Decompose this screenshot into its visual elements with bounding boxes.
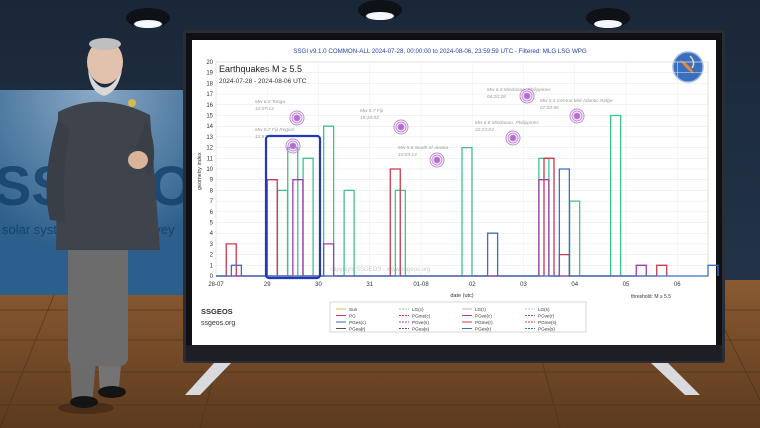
- annotation-time: 04:20:28: [487, 94, 506, 100]
- annotation-name: Mw 5.6 South of Alaska: [398, 145, 449, 151]
- y-tick-label: 17: [206, 92, 213, 98]
- y-tick-label: 14: [206, 124, 213, 130]
- y-tick-label: 20: [206, 60, 213, 66]
- threshold-note: threshold: M ≥ 5.5: [631, 294, 671, 300]
- quake-icon: [509, 134, 517, 142]
- y-tick-label: 13: [206, 135, 213, 141]
- x-tick-label: 05: [623, 282, 630, 288]
- x-tick-label: 06: [674, 282, 681, 288]
- legend-label: PGes(c): [349, 320, 366, 325]
- y-tick-label: 19: [206, 71, 213, 77]
- x-tick-label: 29: [264, 282, 271, 288]
- legend-label: PGve(r): [538, 313, 555, 318]
- annotation-time: 13:07:13: [255, 106, 274, 112]
- x-tick-label: 28-07: [208, 282, 224, 288]
- legend-label: PGea(s): [412, 326, 430, 331]
- x-tick-label: 01-08: [413, 282, 429, 288]
- x-axis-label: date (utc): [450, 293, 473, 299]
- chart-date-range: 2024-07-28 - 2024-08-06 UTC: [219, 78, 307, 85]
- legend-label: LG(r): [475, 307, 486, 312]
- legend-label: Sun: [349, 307, 358, 312]
- annotation-name: Mw 5.7 Fiji Region: [255, 127, 295, 133]
- y-tick-label: 10: [206, 167, 213, 173]
- quake-icon: [523, 92, 531, 100]
- legend-label: LG(s): [538, 307, 550, 312]
- y-axis-label: geometry index: [197, 152, 203, 190]
- legend-label: PGme(r): [475, 320, 493, 325]
- y-tick-label: 16: [206, 103, 213, 109]
- annotation-name: Mw 5.7 Fiji: [360, 108, 384, 114]
- annotation-time: 10:03:13: [398, 152, 417, 158]
- annotation-time: 22:23:03: [474, 127, 494, 133]
- chart-screen: SSGI v9.1.0 COMMON-ALL 2024-07-28, 00:00…: [192, 40, 719, 345]
- studio-scene: SSGEOS solar system geometry survey SSGI…: [0, 0, 760, 428]
- quake-icon: [289, 142, 297, 150]
- annotation-name: Mw 6.3 Mindanao, Philippines: [487, 87, 551, 93]
- annotation-name: Mw 5.5 Central Mid-Atlantic Ridge: [540, 98, 613, 104]
- chart-legend: Sun LG(c) LG(r) LG(s) PG PGme(c) PGve(c) PGve(r…: [329, 301, 587, 333]
- x-tick-label: 31: [366, 282, 373, 288]
- legend-label: PGve(s): [412, 320, 429, 325]
- quake-icon: [573, 112, 581, 120]
- annotation-name: Mw 6.0 Tonga: [255, 99, 285, 105]
- quake-icon: [433, 156, 441, 164]
- quake-icon: [397, 123, 405, 131]
- watermark: copyright SSGEOS - www.ssgeos.org: [330, 267, 430, 273]
- y-tick-label: 12: [206, 146, 213, 152]
- footer-brand: SSGEOS: [201, 307, 233, 316]
- annotation-time: 12:57:: [255, 134, 269, 140]
- annotation-name: Mw 6.8 Mindanao, Philippines: [475, 120, 539, 126]
- x-tick-label: 02: [469, 282, 476, 288]
- legend-label: LG(c): [412, 307, 424, 312]
- y-tick-label: 11: [207, 156, 214, 162]
- y-tick-label: 15: [206, 114, 213, 120]
- annotation-time: 15:18:03: [360, 115, 379, 121]
- x-tick-label: 03: [520, 282, 527, 288]
- legend-label: PGve(c): [475, 313, 492, 318]
- x-tick-label: 04: [571, 282, 578, 288]
- legend-label: PGme(s): [538, 320, 557, 325]
- legend-label: PGea(r): [349, 326, 366, 331]
- annotation-time: 07:03:56: [540, 105, 559, 111]
- chart-title: SSGI v9.1.0 COMMON-ALL 2024-07-28, 00:00…: [293, 48, 587, 55]
- x-tick-label: 30: [315, 282, 322, 288]
- legend-label: PGes(r): [475, 326, 492, 331]
- legend-label: PG: [349, 313, 356, 318]
- y-tick-label: 18: [206, 81, 213, 87]
- quake-icon: [293, 114, 301, 122]
- footer-site: ssgeos.org: [201, 320, 235, 327]
- legend-label: PGes(s): [538, 326, 555, 331]
- legend-label: PGme(c): [412, 313, 431, 318]
